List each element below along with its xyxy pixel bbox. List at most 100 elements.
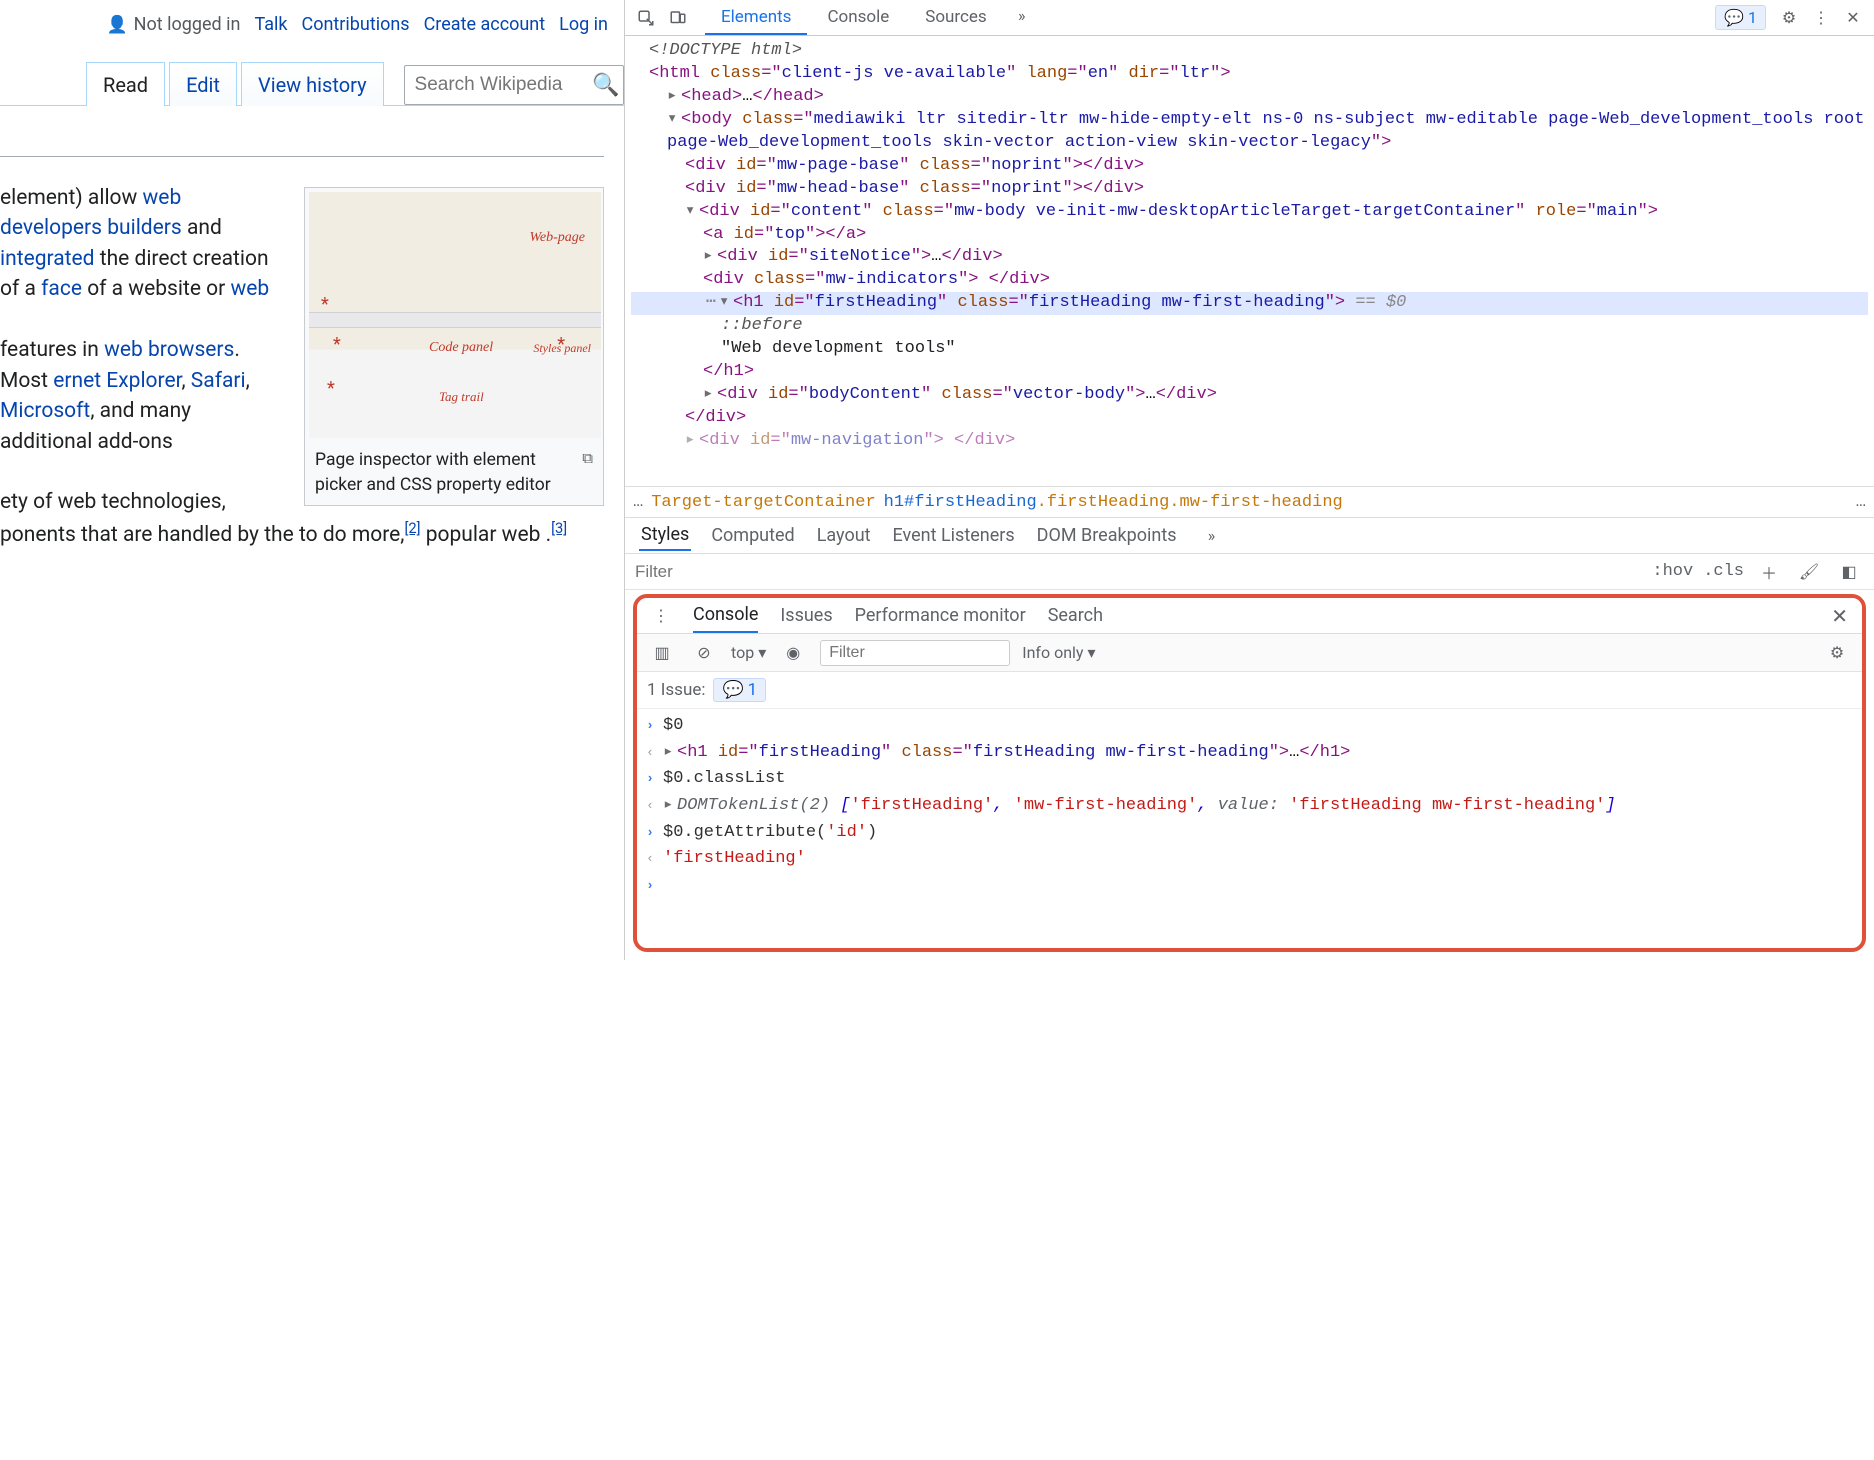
dom-row[interactable]: <!DOCTYPE html> [631,40,1868,63]
tab-edit[interactable]: Edit [169,62,237,106]
device-toggle-icon[interactable] [663,3,693,33]
link-safari[interactable]: Safari [191,369,246,393]
create-account-link[interactable]: Create account [424,14,546,35]
drawer-tab-issues[interactable]: Issues [780,598,832,633]
subtab-event-listeners[interactable]: Event Listeners [891,521,1017,550]
user-icon: 👤 [106,15,127,35]
search-box: 🔍 [404,65,624,105]
console-output[interactable]: › $0 ‹ ▸<h1 id="firstHeading" class="fir… [637,709,1862,948]
new-rule-icon[interactable]: ＋ [1754,557,1784,587]
drawer-kebab-icon[interactable]: ⋮ [651,601,671,631]
thumb-caption-text: Page inspector with element picker and C… [315,448,574,499]
console-issue-banner[interactable]: 1 Issue: 💬 1 [637,672,1862,709]
drawer-tab-search[interactable]: Search [1048,598,1103,633]
dom-breadcrumb[interactable]: … Target-targetContainer h1#firstHeading… [625,486,1874,518]
inspect-icon[interactable] [631,3,661,33]
issues-chip-count: 1 [1748,8,1757,27]
cls-toggle[interactable]: .cls [1703,562,1744,581]
hov-toggle[interactable]: :hov [1652,562,1693,581]
console-drawer: ⋮ Console Issues Performance monitor Sea… [633,594,1866,952]
dom-row[interactable]: </h1> [631,361,1868,384]
link-ie[interactable]: ernet Explorer [53,369,181,393]
subtab-styles[interactable]: Styles [639,520,691,551]
console-prompt[interactable]: › [643,873,1856,900]
more-tabs-icon[interactable]: » [1007,0,1037,30]
crumb-item-selected[interactable]: h1#firstHeading.firstHeading.mw-first-he… [884,493,1343,512]
tab-view-history[interactable]: View history [241,62,384,106]
dom-row[interactable]: "Web development tools" [631,338,1868,361]
link-builders[interactable]: builders [107,216,182,240]
sidebar-toggle-icon[interactable]: ▥ [647,638,677,668]
thumbnail-image[interactable]: Web-page Code panel Styles panel Tag tra… [309,192,601,438]
dom-row[interactable]: <div class="mw-indicators"> </div> [631,269,1868,292]
issues-chip[interactable]: 💬 1 [1715,5,1766,30]
contributions-link[interactable]: Contributions [302,14,410,35]
dom-row[interactable]: <div id="mw-head-base" class="noprint"><… [631,178,1868,201]
ref-3[interactable]: [3] [551,519,567,537]
crumb-ellipsis[interactable]: … [1856,493,1866,512]
link-web-browsers[interactable]: web browsers [104,338,234,362]
log-level-select[interactable]: Info only▾ [1022,643,1095,662]
drawer-tab-console[interactable]: Console [693,598,758,633]
issue-banner-label: 1 Issue: [647,680,705,700]
dom-row[interactable]: ::before [631,315,1868,338]
context-select[interactable]: top▾ [731,643,766,662]
drawer-tab-perf[interactable]: Performance monitor [855,598,1026,633]
console-settings-icon[interactable]: ⚙ [1822,638,1852,668]
more-subtabs-icon[interactable]: » [1197,521,1227,551]
crumb-ellipsis[interactable]: … [633,493,643,512]
login-link[interactable]: Log in [559,14,608,35]
dom-row-selected[interactable]: ⋯▾<h1 id="firstHeading" class="firstHead… [631,292,1868,315]
live-expr-icon[interactable]: ◉ [778,638,808,668]
dom-row[interactable]: <div id="mw-page-base" class="noprint"><… [631,155,1868,178]
dom-tree[interactable]: <!DOCTYPE html> <html class="client-js v… [625,36,1874,486]
devtools-tabs: Elements Console Sources » [705,0,1037,35]
crumb-item[interactable]: Target-targetContainer [651,493,875,512]
tab-console[interactable]: Console [811,0,905,35]
drawer-close-icon[interactable]: ✕ [1831,604,1848,628]
not-logged-in: 👤 Not logged in [106,14,240,35]
subtab-layout[interactable]: Layout [815,521,873,550]
kebab-icon[interactable]: ⋮ [1806,3,1836,33]
console-output-line: ‹ ▸DOMTokenList(2) ['firstHeading', 'mw-… [643,793,1856,820]
toggle-sidebar-icon[interactable]: ◧ [1834,557,1864,587]
dom-row[interactable]: ▸<div id="siteNotice">…</div> [631,246,1868,269]
subtab-computed[interactable]: Computed [709,521,796,550]
dom-row[interactable]: </div> [631,407,1868,430]
link-web[interactable]: web [230,277,269,301]
styles-filter-input[interactable] [635,562,1642,582]
styles-subtabs: Styles Computed Layout Event Listeners D… [625,518,1874,554]
dom-row[interactable]: ▾<body class="mediawiki ltr sitedir-ltr … [631,109,1868,155]
dom-row[interactable]: <html class="client-js ve-available" lan… [631,63,1868,86]
subtab-dom-breakpoints[interactable]: DOM Breakpoints [1035,521,1179,550]
dom-row[interactable]: ▸<div id="bodyContent" class="vector-bod… [631,384,1868,407]
dom-row[interactable]: ▸<head>…</head> [631,86,1868,109]
tab-sources[interactable]: Sources [909,0,1002,35]
ref-2[interactable]: [2] [404,519,420,537]
thumb-ann-code: Code panel [429,338,493,358]
console-toolbar: ▥ ⊘ top▾ ◉ Info only▾ ⚙ [637,634,1862,672]
link-microsoft[interactable]: Microsoft [0,399,90,423]
console-input-line: › $0 [643,713,1856,740]
console-filter-input[interactable] [820,640,1010,666]
search-icon[interactable]: 🔍 [595,74,617,96]
search-input[interactable] [415,74,595,96]
enlarge-icon[interactable]: ⧉ [582,448,593,499]
dom-row[interactable]: ▾<div id="content" class="mw-body ve-ini… [631,201,1868,224]
not-logged-label: Not logged in [134,14,241,35]
issue-banner-count: 1 [748,680,758,700]
talk-link[interactable]: Talk [254,14,287,35]
clear-console-icon[interactable]: ⊘ [689,638,719,668]
tab-elements[interactable]: Elements [705,0,807,35]
computed-style-icon[interactable]: 🖌 [1794,557,1824,587]
close-devtools-icon[interactable]: ✕ [1838,3,1868,33]
drawer-tabs: ⋮ Console Issues Performance monitor Sea… [637,598,1862,634]
dom-row[interactable]: ▸<div id="mw-navigation"> </div> [631,430,1868,453]
dom-row[interactable]: <a id="top"></a> [631,224,1868,247]
issue-banner-chip[interactable]: 💬 1 [713,678,766,702]
gear-icon[interactable]: ⚙ [1774,3,1804,33]
link-face[interactable]: face [41,277,82,301]
thumbnail-box: Web-page Code panel Styles panel Tag tra… [304,187,604,506]
link-integrated[interactable]: integrated [0,247,94,271]
tab-read[interactable]: Read [86,62,165,106]
